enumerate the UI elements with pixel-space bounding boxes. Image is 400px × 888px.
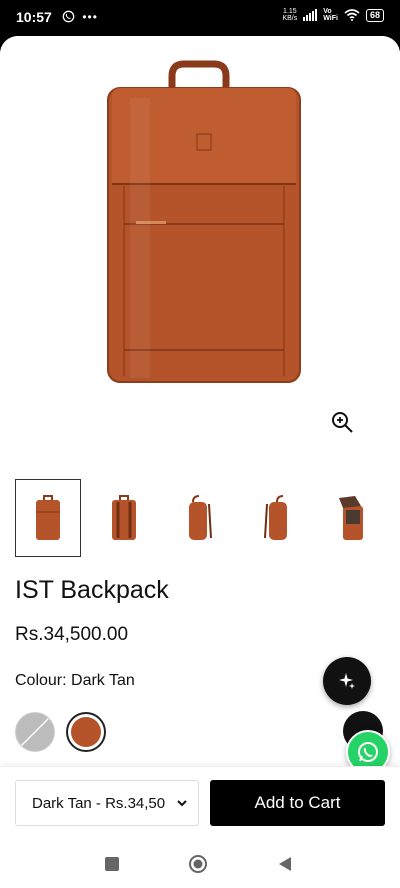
square-nav-icon — [105, 857, 119, 871]
notification-icons: ••• — [62, 10, 98, 24]
signal-icon — [303, 9, 318, 21]
recents-button[interactable] — [102, 854, 122, 874]
vowifi-icon: Vo WiFi — [323, 8, 338, 22]
add-to-cart-button[interactable]: Add to Cart — [210, 780, 385, 826]
thumbnail-strip — [15, 479, 400, 557]
product-page: IST Backpack Rs.34,500.00 Colour: Dark T… — [0, 36, 400, 888]
whatsapp-icon — [358, 742, 378, 762]
product-main-image[interactable] — [0, 36, 400, 456]
thumbnail-back[interactable] — [91, 479, 157, 557]
product-price: Rs.34,500.00 — [15, 624, 129, 645]
home-circle-icon — [189, 855, 207, 873]
thumbnail-side-right[interactable] — [243, 479, 309, 557]
chevron-down-icon — [177, 800, 187, 807]
colour-label: Colour: Dark Tan — [15, 672, 135, 689]
clock: 10:57 — [16, 9, 52, 25]
network-speed: 1.15 KB/s — [282, 8, 298, 22]
back-triangle-icon — [279, 857, 291, 871]
status-bar: 10:57 ••• 1.15 KB/s Vo WiFi 68 — [0, 0, 400, 36]
thumbnail-side-left[interactable] — [167, 479, 233, 557]
system-nav-bar — [0, 842, 400, 888]
thumbnail-front[interactable] — [15, 479, 81, 557]
product-title: IST Backpack — [15, 576, 169, 604]
ai-assistant-button[interactable] — [323, 657, 371, 705]
more-icon: ••• — [82, 10, 98, 24]
purchase-bar: Dark Tan - Rs.34,50 Add to Cart — [0, 766, 400, 843]
variant-select[interactable]: Dark Tan - Rs.34,50 — [15, 780, 199, 826]
thumbnail-open[interactable] — [319, 479, 385, 557]
swatch-dark-tan-fill — [71, 717, 101, 747]
swatch-grey-unavailable[interactable] — [15, 712, 55, 752]
system-icons: 1.15 KB/s Vo WiFi 68 — [282, 8, 384, 22]
wifi-icon — [344, 9, 360, 21]
home-button[interactable] — [188, 854, 208, 874]
variant-select-value: Dark Tan - Rs.34,50 — [32, 794, 166, 812]
battery-icon: 68 — [365, 8, 384, 22]
swatch-dark-tan[interactable] — [66, 712, 106, 752]
whatsapp-icon — [62, 10, 75, 23]
back-button[interactable] — [275, 854, 295, 874]
zoom-in-icon[interactable] — [330, 410, 354, 434]
sparkle-icon — [339, 673, 355, 689]
